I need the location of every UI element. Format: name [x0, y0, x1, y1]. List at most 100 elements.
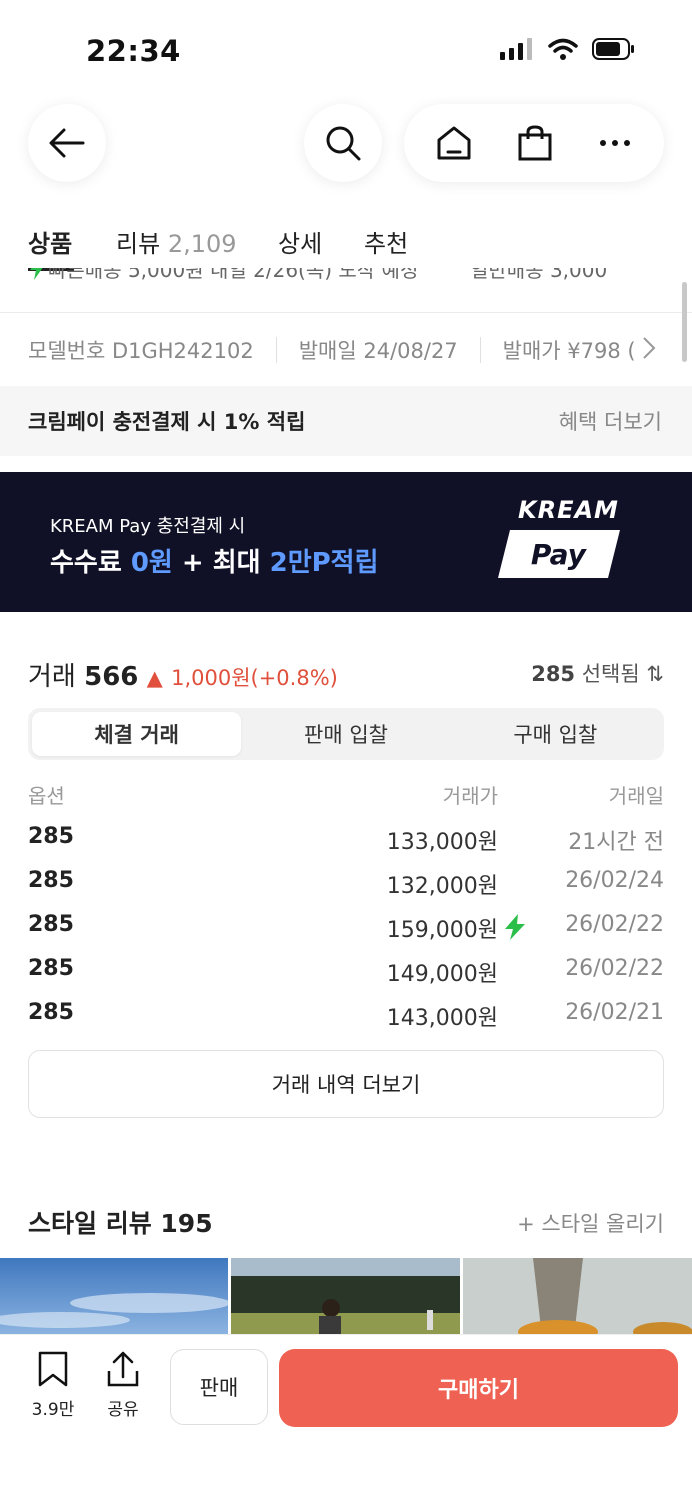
- style-thumbnails: [0, 1258, 692, 1338]
- share-label: 공유: [107, 1400, 139, 1420]
- sell-button[interactable]: 판매: [170, 1349, 268, 1425]
- add-style-link[interactable]: + 스타일 올리기: [517, 1208, 664, 1238]
- search-icon: [326, 126, 361, 161]
- row-date: 21시간 전: [568, 830, 664, 855]
- wifi-icon: [548, 38, 578, 60]
- trade-summary: 거래 566 ▲ 1,000원(+0.8%): [28, 656, 338, 693]
- tab-product-label: 상품: [28, 230, 73, 258]
- row-date: 26/02/22: [565, 956, 664, 981]
- price-change: 1,000원(+0.8%): [171, 666, 338, 690]
- style-thumbnail[interactable]: [0, 1258, 228, 1338]
- trade-label: 거래: [28, 662, 76, 692]
- segment-buy-bids[interactable]: 구매 입찰: [451, 712, 660, 756]
- banner-title-highlight: 0원: [130, 548, 173, 578]
- banner-title-highlight: 2만P적립: [269, 548, 379, 578]
- trade-table-header: 옵션 거래가 거래일: [28, 780, 664, 810]
- spec-separator: [275, 337, 277, 363]
- segment-executed-trades[interactable]: 체결 거래: [32, 712, 242, 756]
- buy-button[interactable]: 구매하기: [279, 1349, 678, 1427]
- row-date: 26/02/22: [565, 912, 664, 937]
- sort-icon: ⇅: [646, 662, 664, 686]
- more-options-icon[interactable]: [598, 138, 632, 148]
- benefit-more-link[interactable]: 혜택 더보기: [559, 406, 662, 436]
- back-button[interactable]: [28, 104, 106, 182]
- tab-review-label: 리뷰: [116, 230, 161, 258]
- normal-delivery-text: 일반배송 3,000: [470, 268, 608, 282]
- selected-label: 선택됨: [581, 662, 640, 686]
- status-icons: [500, 38, 636, 60]
- trade-segment-control: 체결 거래 판매 입찰 구매 입찰: [28, 708, 664, 760]
- release-date: 발매일 24/08/27: [298, 339, 458, 363]
- shopping-bag-icon[interactable]: [517, 125, 553, 161]
- banner-title: 수수료 0원 + 최대 2만P적립: [50, 542, 379, 579]
- tab-review-count: 2,109: [167, 230, 237, 258]
- row-price: 149,000원: [386, 962, 498, 987]
- row-price: 133,000원: [386, 830, 498, 855]
- tab-product[interactable]: 상품: [28, 224, 72, 259]
- segment-sell-bids[interactable]: 판매 입찰: [241, 712, 450, 756]
- style-review-title: 스타일 리뷰 195: [28, 1209, 213, 1238]
- trade-history-more-button[interactable]: 거래 내역 더보기: [28, 1050, 664, 1118]
- table-row: 285 143,000원 26/02/21: [28, 994, 664, 1034]
- search-button[interactable]: [304, 104, 382, 182]
- delivery-row[interactable]: 빠른배송 5,000원 내일 2/26(목) 도착 예정 일반배송 3,000: [0, 268, 692, 298]
- scrollbar[interactable]: [682, 282, 687, 362]
- style-thumbnail[interactable]: [231, 1258, 460, 1338]
- row-option: 285: [28, 956, 74, 981]
- tab-review[interactable]: 리뷰 2,109: [116, 224, 237, 259]
- product-tabs: 상품 리뷰 2,109 상세 추천: [0, 216, 692, 271]
- fast-delivery-lightning-icon: [505, 914, 525, 940]
- status-time: 22:34: [86, 34, 181, 68]
- table-row: 285 149,000원 26/02/22: [28, 950, 664, 990]
- header-date: 거래일: [608, 784, 664, 808]
- benefit-row[interactable]: 크림페이 충전결제 시 1% 적립 혜택 더보기: [0, 386, 692, 456]
- kream-pay-banner[interactable]: KREAM Pay 충전결제 시 수수료 0원 + 최대 2만P적립 KREAM…: [0, 472, 692, 612]
- spec-separator: [479, 337, 481, 363]
- home-icon[interactable]: [436, 126, 472, 160]
- table-row: 285 159,000원 26/02/22: [28, 906, 664, 946]
- row-price: 132,000원: [386, 874, 498, 899]
- cellular-signal-icon: [500, 38, 532, 60]
- banner-title-part: 수수료: [50, 548, 131, 578]
- benefit-text: 크림페이 충전결제 시 1% 적립: [28, 410, 306, 434]
- nav-action-group: [404, 104, 664, 182]
- trade-count: 566: [84, 662, 139, 692]
- spec-row[interactable]: 모델번호 D1GH242102 발매일 24/08/27 발매가 ¥798 (: [28, 326, 678, 374]
- divider: [0, 312, 692, 313]
- row-price: 143,000원: [386, 1006, 498, 1031]
- row-option: 285: [28, 912, 74, 937]
- kream-logo-text: KREAM: [518, 496, 619, 524]
- style-thumbnail[interactable]: [463, 1258, 692, 1338]
- row-date: 26/02/24: [565, 868, 664, 893]
- model-number: 모델번호 D1GH242102: [28, 339, 254, 363]
- release-price: 발매가 ¥798 (: [502, 339, 636, 363]
- bookmark-button[interactable]: 3.9만: [23, 1351, 83, 1420]
- pay-logo-text: Pay: [531, 537, 587, 571]
- trade-header: 거래 566 ▲ 1,000원(+0.8%) 285 선택됨 ⇅: [28, 652, 664, 692]
- row-date: 26/02/21: [565, 1000, 664, 1025]
- row-option: 285: [28, 1000, 74, 1025]
- bookmark-icon: [38, 1351, 68, 1387]
- lightning-icon: [30, 268, 43, 280]
- size-selector[interactable]: 285 선택됨 ⇅: [531, 658, 664, 688]
- tab-recommend-label: 추천: [364, 230, 409, 258]
- banner-title-part: + 최대: [172, 548, 270, 578]
- share-button[interactable]: 공유: [93, 1351, 153, 1420]
- pay-logo: Pay: [498, 530, 620, 578]
- header-price: 거래가: [442, 784, 498, 808]
- tab-recommend[interactable]: 추천: [364, 224, 408, 259]
- selected-size: 285: [531, 662, 576, 686]
- table-row: 285 133,000원 21시간 전: [28, 818, 664, 858]
- table-row: 285 132,000원 26/02/24: [28, 862, 664, 902]
- bottom-action-bar: 3.9만 공유 판매 구매하기: [0, 1334, 692, 1500]
- style-review-header: 스타일 리뷰 195 + 스타일 올리기: [28, 1204, 664, 1244]
- banner-subtitle: KREAM Pay 충전결제 시: [50, 516, 246, 537]
- row-price: 159,000원: [386, 918, 498, 943]
- tab-detail[interactable]: 상세: [278, 224, 322, 259]
- bookmark-count: 3.9만: [31, 1400, 75, 1420]
- chevron-right-icon[interactable]: [642, 336, 656, 366]
- row-option: 285: [28, 868, 74, 893]
- row-option: 285: [28, 824, 74, 849]
- battery-icon: [592, 38, 634, 60]
- price-up-icon: ▲: [146, 666, 163, 690]
